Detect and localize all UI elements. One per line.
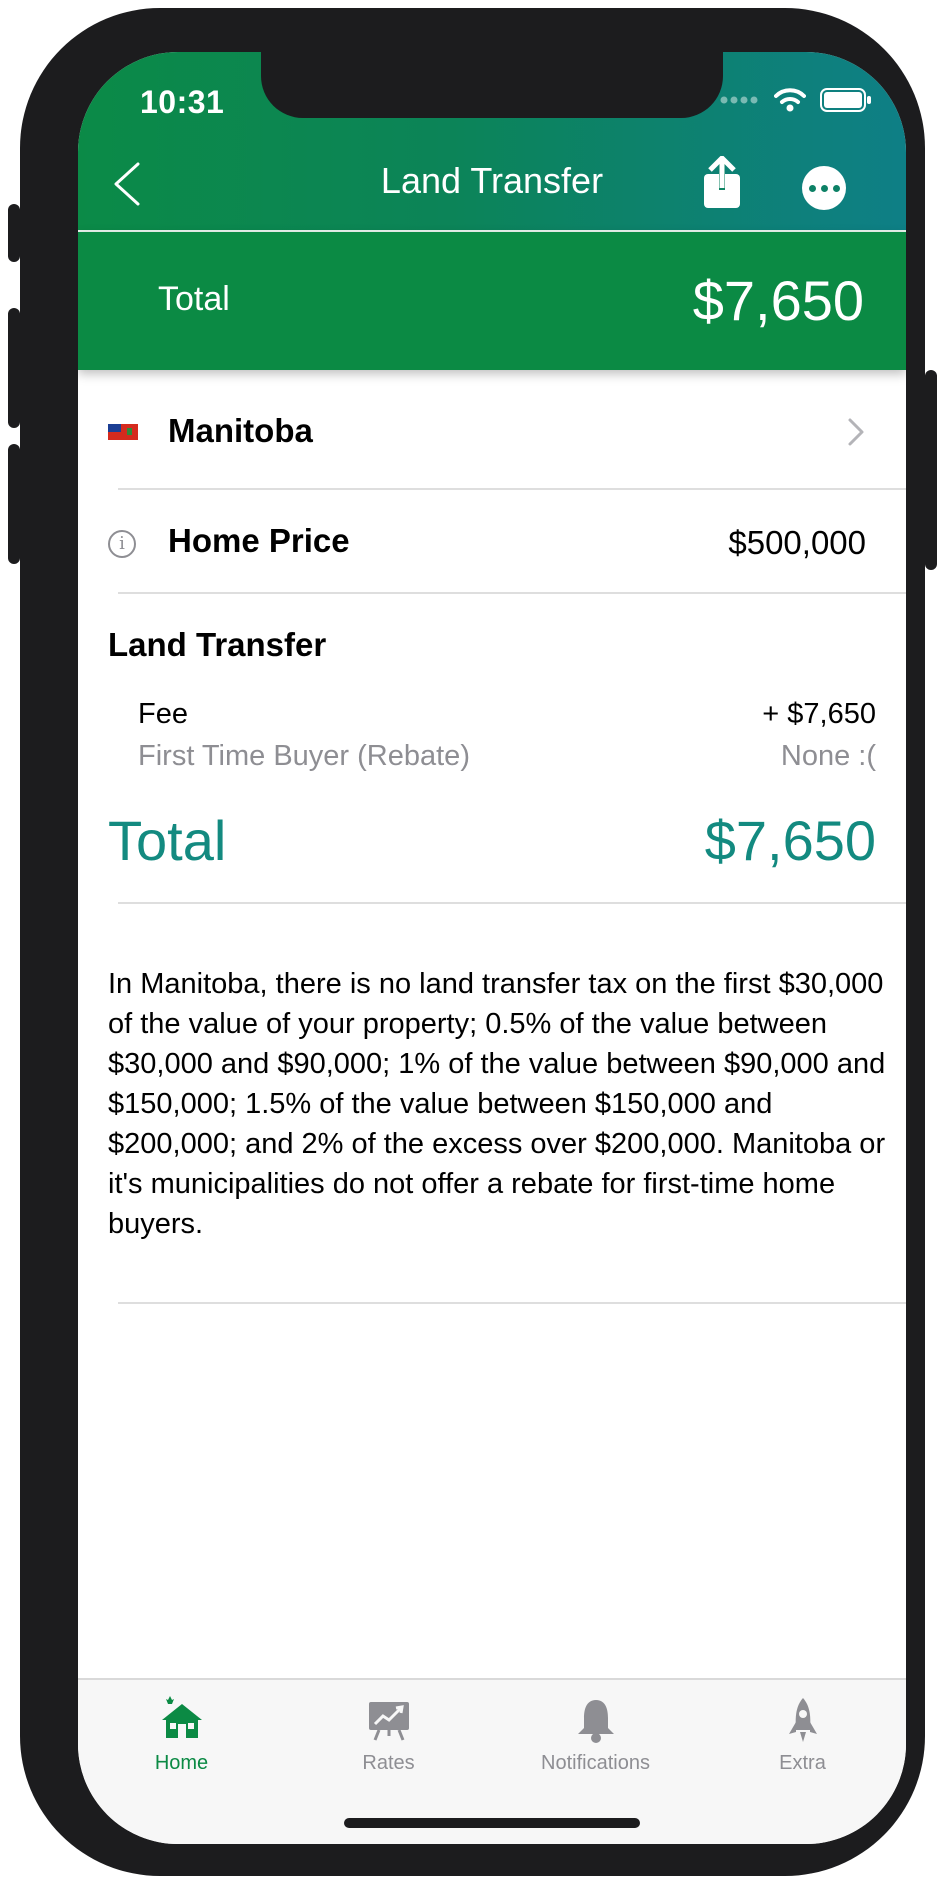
total-label: Total xyxy=(108,809,227,872)
total-value: $7,650 xyxy=(704,809,876,872)
rebate-label: First Time Buyer (Rebate) xyxy=(138,740,470,772)
home-price-label: Home Price xyxy=(168,522,350,559)
bell-icon xyxy=(578,1700,614,1743)
cellular-signal-icon xyxy=(720,96,758,104)
section-divider xyxy=(118,902,906,904)
info-icon[interactable]: i xyxy=(108,530,136,558)
mute-switch xyxy=(8,204,20,262)
manitoba-flag-icon xyxy=(108,424,138,440)
rebate-value: None :( xyxy=(780,740,876,772)
nav-header: 10:31 Land Transfer xyxy=(78,52,906,230)
more-options-icon[interactable] xyxy=(802,166,846,210)
tab-extra-label: Extra xyxy=(779,1752,826,1774)
home-indicator[interactable] xyxy=(344,1818,640,1828)
tab-rates-label: Rates xyxy=(362,1752,415,1774)
chart-board-icon xyxy=(369,1702,409,1741)
summary-total-value: $7,650 xyxy=(692,269,864,332)
notch xyxy=(261,52,723,118)
status-icons xyxy=(720,88,872,112)
share-icon[interactable] xyxy=(700,156,744,210)
screen: 10:31 Land Transfer Total $7,650 Manitob… xyxy=(78,52,906,1844)
summary-total-label: Total xyxy=(158,280,230,318)
land-transfer-section-title: Land Transfer xyxy=(108,626,327,663)
tab-notifications[interactable]: Notifications xyxy=(492,1680,699,1780)
total-summary-banner: Total $7,650 xyxy=(78,232,906,370)
power-button xyxy=(925,370,937,570)
volume-up-button xyxy=(8,308,20,428)
chevron-right-icon xyxy=(848,418,864,446)
volume-down-button xyxy=(8,444,20,564)
page-title: Land Transfer xyxy=(380,160,604,201)
wifi-icon xyxy=(774,88,806,112)
description-divider xyxy=(118,1302,906,1304)
land-transfer-description: In Manitoba, there is no land transfer t… xyxy=(108,968,886,1240)
house-icon xyxy=(162,1696,202,1738)
fee-value: + $7,650 xyxy=(762,698,876,730)
tab-notifications-label: Notifications xyxy=(541,1752,650,1774)
tab-rates[interactable]: Rates xyxy=(285,1680,492,1780)
province-name: Manitoba xyxy=(168,412,313,449)
land-transfer-total: Total $7,650 xyxy=(108,808,876,878)
row-divider xyxy=(118,592,906,594)
home-price-value[interactable]: $500,000 xyxy=(728,524,866,562)
rocket-icon xyxy=(789,1698,817,1742)
status-time: 10:31 xyxy=(140,84,225,120)
home-price-row[interactable]: i Home Price $500,000 xyxy=(78,490,906,594)
fee-label: Fee xyxy=(138,698,188,730)
battery-icon xyxy=(820,88,871,112)
tab-home-label: Home xyxy=(154,1752,209,1774)
phone-frame: 10:31 Land Transfer Total $7,650 Manitob… xyxy=(8,8,937,1876)
tab-extra[interactable]: Extra xyxy=(699,1680,906,1780)
tab-home[interactable]: Home xyxy=(78,1680,285,1780)
province-selector-row[interactable]: Manitoba xyxy=(78,374,906,490)
